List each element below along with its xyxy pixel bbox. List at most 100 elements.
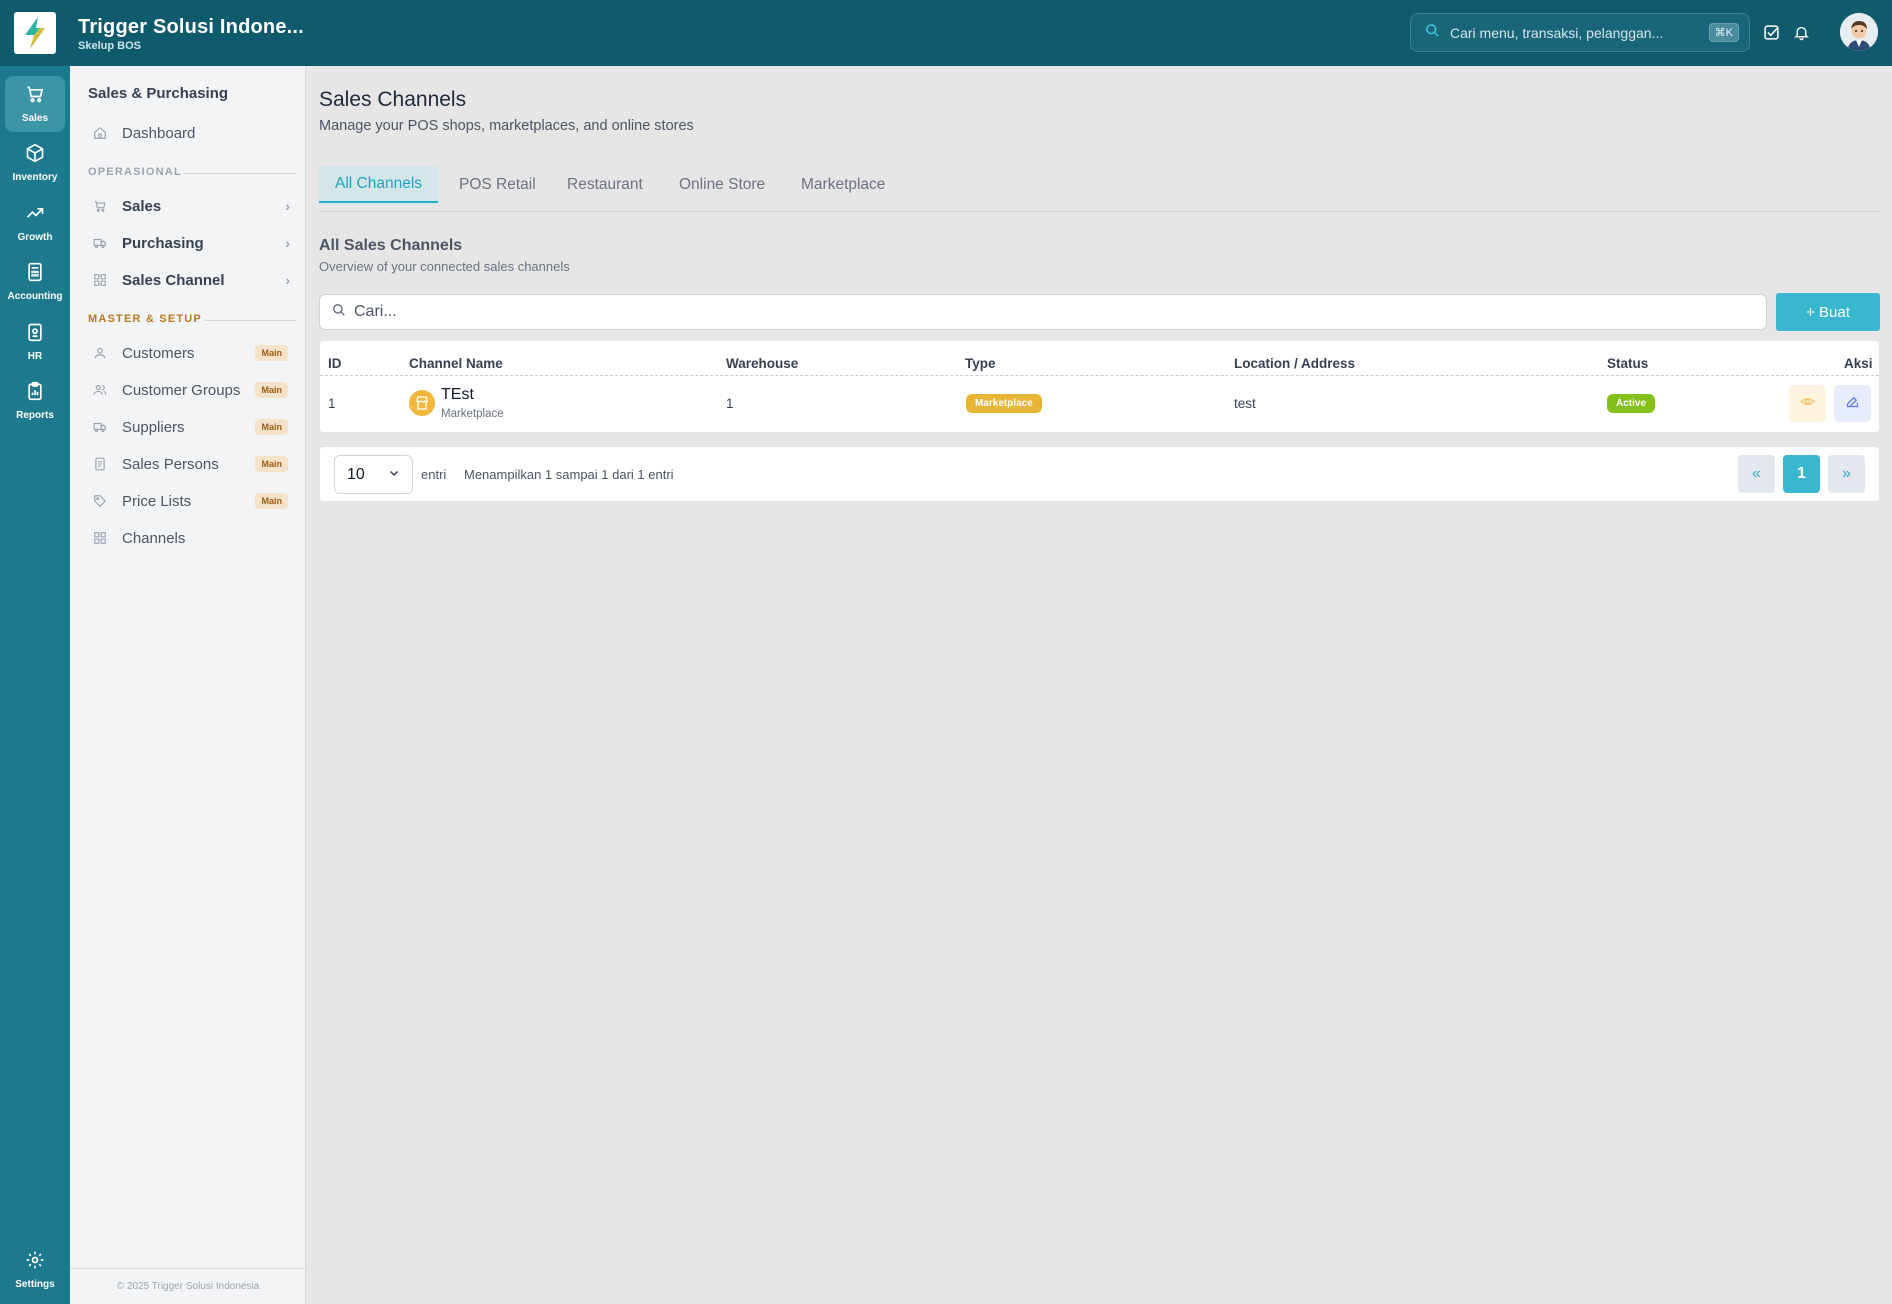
edit-button[interactable] bbox=[1834, 385, 1871, 422]
prev-page-button[interactable]: « bbox=[1738, 455, 1775, 493]
brand-block: Trigger Solusi Indone... Skelup BOS bbox=[78, 16, 304, 52]
page-1-button[interactable]: 1 bbox=[1783, 455, 1820, 493]
section-title: All Sales Channels bbox=[319, 237, 463, 254]
sidebar-title: Sales & Purchasing bbox=[88, 85, 229, 102]
tab-marketplace[interactable]: Marketplace bbox=[785, 166, 901, 203]
search-input[interactable] bbox=[354, 303, 1717, 321]
sidebar-item-channels[interactable]: Channels bbox=[84, 522, 296, 554]
page-size-select[interactable]: 10 bbox=[334, 455, 413, 494]
column-header-location[interactable]: Location / Address bbox=[1234, 356, 1355, 371]
company-name: Trigger Solusi Indone... bbox=[78, 16, 304, 38]
trending-up-icon bbox=[25, 203, 45, 228]
shortcut-hint: ⌘K bbox=[1708, 23, 1739, 42]
company-subtitle: Skelup BOS bbox=[78, 40, 141, 52]
tab-restaurant[interactable]: Restaurant bbox=[551, 166, 659, 203]
sidebar-item-label: Sales bbox=[122, 197, 162, 215]
header-divider bbox=[320, 375, 1879, 376]
rail-label: Settings bbox=[15, 1279, 55, 1290]
rail-label: Inventory bbox=[12, 172, 58, 183]
pagination-info: Menampilkan 1 sampai 1 dari 1 entri bbox=[464, 467, 674, 482]
sidebar-item-suppliers[interactable]: Suppliers Main bbox=[84, 411, 296, 443]
bell-icon[interactable] bbox=[1790, 21, 1812, 43]
grid-icon bbox=[92, 530, 108, 546]
tab-all-channels[interactable]: All Channels bbox=[319, 166, 439, 203]
company-logo[interactable] bbox=[14, 12, 56, 54]
main-badge: Main bbox=[255, 493, 288, 509]
channel-tabs: All Channels POS Retail Restaurant Onlin… bbox=[319, 166, 1879, 212]
search-icon bbox=[1425, 23, 1440, 43]
sidebar-footer: © 2025 Trigger Solusi Indonesia bbox=[70, 1268, 306, 1304]
box-icon bbox=[25, 143, 45, 168]
column-header-status[interactable]: Status bbox=[1607, 356, 1648, 371]
sidebar-item-dashboard[interactable]: Dashboard bbox=[84, 117, 296, 149]
view-button[interactable] bbox=[1789, 385, 1826, 422]
rail-item-accounting[interactable]: Accounting bbox=[5, 254, 65, 310]
sidebar-item-customer-groups[interactable]: Customer Groups Main bbox=[84, 374, 296, 406]
truck-icon bbox=[92, 235, 108, 251]
channel-search bbox=[319, 294, 1767, 330]
column-header-warehouse[interactable]: Warehouse bbox=[726, 356, 798, 371]
sidebar-item-label: Sales Channel bbox=[122, 271, 225, 289]
grid-icon bbox=[92, 272, 108, 288]
rail-item-inventory[interactable]: Inventory bbox=[5, 135, 65, 191]
main-badge: Main bbox=[255, 419, 288, 435]
rail-item-reports[interactable]: Reports bbox=[5, 373, 65, 429]
column-header-actions: Aksi bbox=[1844, 356, 1873, 371]
sidebar-item-purchasing[interactable]: Purchasing › bbox=[84, 227, 296, 259]
main-badge: Main bbox=[255, 382, 288, 398]
page-title: Sales Channels bbox=[319, 88, 467, 111]
sidebar-item-price-lists[interactable]: Price Lists Main bbox=[84, 485, 296, 517]
sidebar-item-sales-persons[interactable]: Sales Persons Main bbox=[84, 448, 296, 480]
rail-label: Growth bbox=[17, 232, 53, 243]
rail-item-sales[interactable]: Sales bbox=[5, 76, 65, 132]
cell-id: 1 bbox=[328, 396, 336, 411]
tab-pos-retail[interactable]: POS Retail bbox=[443, 166, 552, 203]
rail-item-hr[interactable]: HR bbox=[5, 314, 65, 370]
rail-item-growth[interactable]: Growth bbox=[5, 195, 65, 251]
section-divider bbox=[183, 173, 296, 174]
section-operational: OPERASIONAL bbox=[88, 166, 182, 178]
rail-item-settings[interactable]: Settings bbox=[5, 1242, 65, 1298]
channels-table: ID Channel Name Warehouse Type Location … bbox=[319, 340, 1880, 433]
calculator-icon bbox=[25, 262, 45, 287]
cell-location: test bbox=[1234, 396, 1256, 411]
sidebar-item-label: Suppliers bbox=[122, 418, 185, 436]
sidebar-item-sales-channel[interactable]: Sales Channel › bbox=[84, 264, 296, 296]
global-search[interactable]: Cari menu, transaksi, pelanggan... ⌘K bbox=[1410, 13, 1750, 52]
rail-label: HR bbox=[27, 351, 43, 362]
sidebar-item-label: Channels bbox=[122, 529, 186, 547]
global-search-placeholder: Cari menu, transaksi, pelanggan... bbox=[1450, 24, 1664, 41]
top-bar: Trigger Solusi Indone... Skelup BOS Cari… bbox=[0, 0, 1892, 66]
sidebar: Sales & Purchasing Dashboard OPERASIONAL… bbox=[70, 66, 306, 1304]
section-divider bbox=[205, 320, 296, 321]
truck-icon bbox=[92, 419, 108, 435]
tag-icon bbox=[92, 493, 108, 509]
eye-icon bbox=[1800, 394, 1815, 414]
cart-icon bbox=[25, 84, 45, 109]
sidebar-item-sales[interactable]: Sales › bbox=[84, 190, 296, 222]
sidebar-item-label: Sales Persons bbox=[122, 455, 219, 473]
cell-channel-name: TEst bbox=[441, 386, 474, 403]
next-page-button[interactable]: » bbox=[1828, 455, 1865, 493]
user-avatar[interactable] bbox=[1840, 13, 1878, 51]
home-icon bbox=[92, 125, 108, 141]
column-header-channel-name[interactable]: Channel Name bbox=[409, 356, 503, 371]
cell-warehouse: 1 bbox=[726, 396, 734, 411]
edit-icon bbox=[1845, 394, 1860, 414]
main-badge: Main bbox=[255, 345, 288, 361]
create-channel-button[interactable]: + Buat bbox=[1776, 293, 1880, 331]
section-subtitle: Overview of your connected sales channel… bbox=[319, 259, 570, 274]
tasks-icon[interactable] bbox=[1760, 21, 1782, 43]
main-badge: Main bbox=[255, 456, 288, 472]
section-master-setup: MASTER & SETUP bbox=[88, 313, 202, 325]
column-header-id[interactable]: ID bbox=[328, 356, 342, 371]
sidebar-item-label: Price Lists bbox=[122, 492, 192, 510]
sidebar-item-label: Purchasing bbox=[122, 234, 204, 252]
module-rail: Sales Inventory Growth Accounting HR Rep… bbox=[0, 66, 70, 1304]
user-icon bbox=[92, 345, 108, 361]
gear-icon bbox=[25, 1250, 45, 1275]
column-header-type[interactable]: Type bbox=[965, 356, 996, 371]
sidebar-item-customers[interactable]: Customers Main bbox=[84, 337, 296, 369]
id-badge-icon bbox=[25, 322, 45, 347]
tab-online-store[interactable]: Online Store bbox=[663, 166, 781, 203]
